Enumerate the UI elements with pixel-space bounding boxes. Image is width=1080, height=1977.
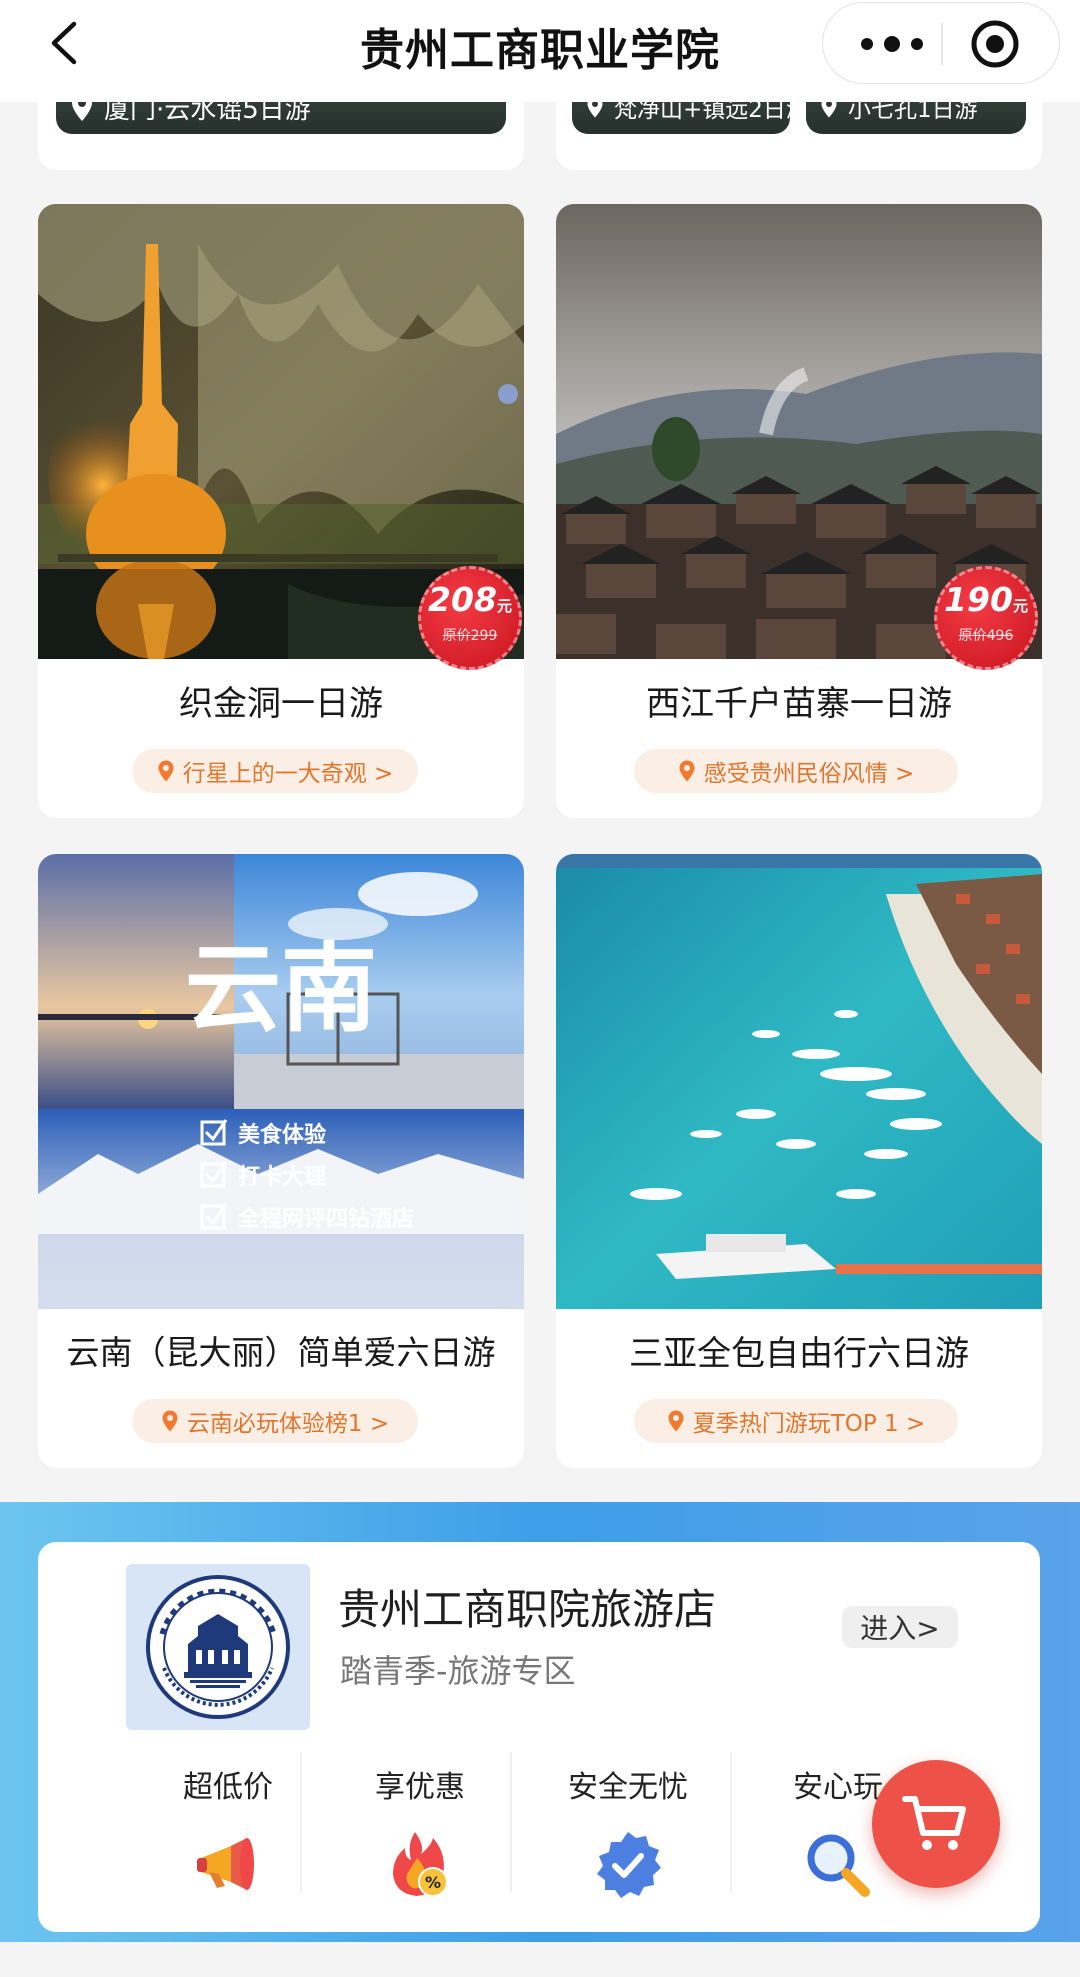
location-pin-icon [668, 1410, 684, 1432]
tour-card-sanya[interactable]: 三亚全包自由行六日游 夏季热门游玩TOP 1 > [556, 854, 1042, 1468]
tour-name: 西江千户苗寨一日游 [646, 684, 952, 724]
feature-discount: 享优惠 % [320, 1750, 520, 1910]
price-value: 190 [944, 580, 1013, 619]
tour-tag-button[interactable]: 感受贵州民俗风情 > [634, 749, 958, 793]
price-badge: 190元 原价496 [934, 566, 1038, 670]
mini-program-capsule [822, 2, 1060, 84]
store-card[interactable]: 贵州工商职院旅游店 踏青季-旅游专区 进入> 超低价 享优惠 % 安全无忧 安心… [38, 1542, 1040, 1932]
tour-name: 三亚全包自由行六日游 [629, 1334, 969, 1374]
price-value: 208 [428, 580, 497, 619]
discount-fire-icon: % [383, 1828, 457, 1902]
college-logo [126, 1564, 310, 1730]
yunnan-overlay-title: 云南 [185, 932, 377, 1045]
verified-badge-icon [591, 1828, 665, 1902]
feature-low-price: 超低价 [128, 1750, 328, 1910]
feature-safety: 安全无忧 [528, 1750, 728, 1910]
tour-name: 云南（昆大丽）简单爱六日游 [66, 1333, 496, 1372]
price-unit: 元 [1012, 597, 1028, 615]
tour-tag-label: 夏季热门游玩TOP 1 > [692, 1411, 926, 1437]
close-target-icon[interactable] [969, 18, 1021, 70]
feature-label: 安全无忧 [568, 1770, 688, 1805]
tour-tag-label: 行星上的一大奇观 > [182, 761, 394, 787]
capsule-divider [941, 23, 943, 65]
feature-divider [510, 1752, 512, 1892]
feature-divider [730, 1752, 732, 1892]
location-pin-icon [679, 760, 695, 782]
tour-card-yunnan[interactable]: 云南 美食体验 打卡大理 全程网评四钻酒店 云南（昆大丽）简单爱六日游 云南必玩… [38, 854, 524, 1468]
store-subtitle: 踏青季-旅游专区 [340, 1652, 576, 1690]
overlay-item: 美食体验 [238, 1122, 326, 1148]
store-name: 贵州工商职院旅游店 [338, 1585, 717, 1634]
tour-name: 织金洞一日游 [179, 684, 383, 724]
original-price: 原价299 [442, 628, 498, 644]
megaphone-icon [191, 1828, 265, 1902]
back-arrow-icon[interactable] [42, 18, 92, 68]
tour-tag-label: 感受贵州民俗风情 > [703, 761, 915, 787]
tour-tag-button[interactable]: 行星上的一大奇观 > [132, 749, 418, 793]
shopping-cart-icon [902, 1796, 966, 1850]
tour-card-xijiang-miao[interactable]: 190元 原价496 西江千户苗寨一日游 感受贵州民俗风情 > [556, 204, 1042, 818]
page-title: 贵州工商职业学院 [360, 25, 720, 76]
original-price: 原价496 [958, 628, 1014, 644]
svg-text:%: % [425, 1873, 441, 1892]
tour-tag-button[interactable]: 夏季热门游玩TOP 1 > [634, 1399, 958, 1443]
feature-divider [300, 1752, 302, 1892]
tour-card-zhijin-cave[interactable]: 208元 原价299 织金洞一日游 行星上的一大奇观 > [38, 204, 524, 818]
feature-label: 享优惠 [375, 1770, 465, 1805]
top-navbar: 贵州工商职业学院 [0, 0, 1080, 102]
yunnan-photo: 云南 美食体验 打卡大理 全程网评四钻酒店 [38, 854, 524, 1309]
shopping-cart-button[interactable] [872, 1760, 1000, 1888]
bottom-spacer [0, 1942, 1080, 1977]
sanya-photo [556, 854, 1042, 1309]
magnifier-icon [801, 1828, 875, 1902]
feature-label: 超低价 [183, 1770, 273, 1805]
enter-store-button[interactable]: 进入> [842, 1606, 958, 1648]
price-unit: 元 [496, 597, 512, 615]
tour-tag-label: 云南必玩体验榜1 > [186, 1411, 390, 1437]
more-icon[interactable] [847, 21, 937, 67]
tour-tag-button[interactable]: 云南必玩体验榜1 > [132, 1399, 418, 1443]
price-badge: 208元 原价299 [418, 566, 522, 670]
location-pin-icon [162, 1410, 178, 1432]
overlay-item: 全程网评四钻酒店 [237, 1206, 414, 1232]
location-pin-icon [158, 760, 174, 782]
overlay-item: 打卡大理 [238, 1165, 326, 1190]
